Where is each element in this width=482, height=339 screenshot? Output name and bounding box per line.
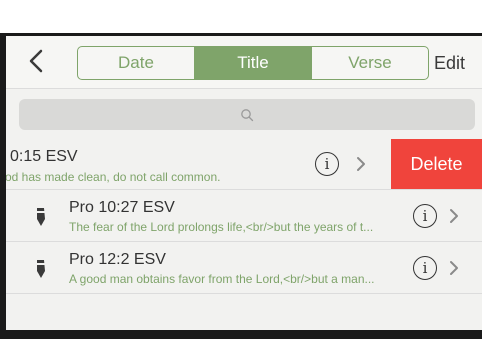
- segment-date[interactable]: Date: [78, 47, 194, 79]
- info-icon[interactable]: i: [413, 256, 437, 280]
- navigation-bar: Date Title Verse Edit: [6, 36, 482, 89]
- segment-verse[interactable]: Verse: [311, 47, 428, 79]
- pen-icon: [37, 260, 45, 278]
- device-frame: Date Title Verse Edit 0:15 ESV od has ma…: [0, 33, 482, 339]
- segment-title[interactable]: Title: [194, 47, 311, 79]
- verse-reference: 0:15 ESV: [10, 148, 78, 165]
- back-button[interactable]: [24, 46, 48, 76]
- search-input[interactable]: [19, 99, 475, 130]
- chevron-right-icon: [450, 261, 458, 275]
- delete-button[interactable]: Delete: [391, 139, 482, 189]
- info-icon[interactable]: i: [413, 204, 437, 228]
- verse-snippet: The fear of the Lord prolongs life,<br/>…: [69, 220, 374, 234]
- chevron-right-icon: [357, 157, 365, 171]
- chevron-right-icon: [450, 209, 458, 223]
- chevron-left-icon: [29, 49, 43, 73]
- edit-button[interactable]: Edit: [434, 46, 465, 80]
- verse-reference: Pro 12:2 ESV: [69, 251, 166, 268]
- search-icon: [241, 108, 254, 121]
- pen-icon: [37, 208, 45, 226]
- verse-reference: Pro 10:27 ESV: [69, 199, 175, 216]
- verse-snippet: A good man obtains favor from the Lord,<…: [69, 272, 375, 286]
- info-icon[interactable]: i: [315, 152, 339, 176]
- verse-snippet: od has made clean, do not call common.: [6, 170, 221, 184]
- sort-segmented-control: Date Title Verse: [77, 46, 429, 80]
- app-screen: Date Title Verse Edit 0:15 ESV od has ma…: [6, 36, 482, 330]
- list-item[interactable]: Pro 12:2 ESV A good man obtains favor fr…: [6, 243, 482, 294]
- list-item[interactable]: Pro 10:27 ESV The fear of the Lord prolo…: [6, 191, 482, 242]
